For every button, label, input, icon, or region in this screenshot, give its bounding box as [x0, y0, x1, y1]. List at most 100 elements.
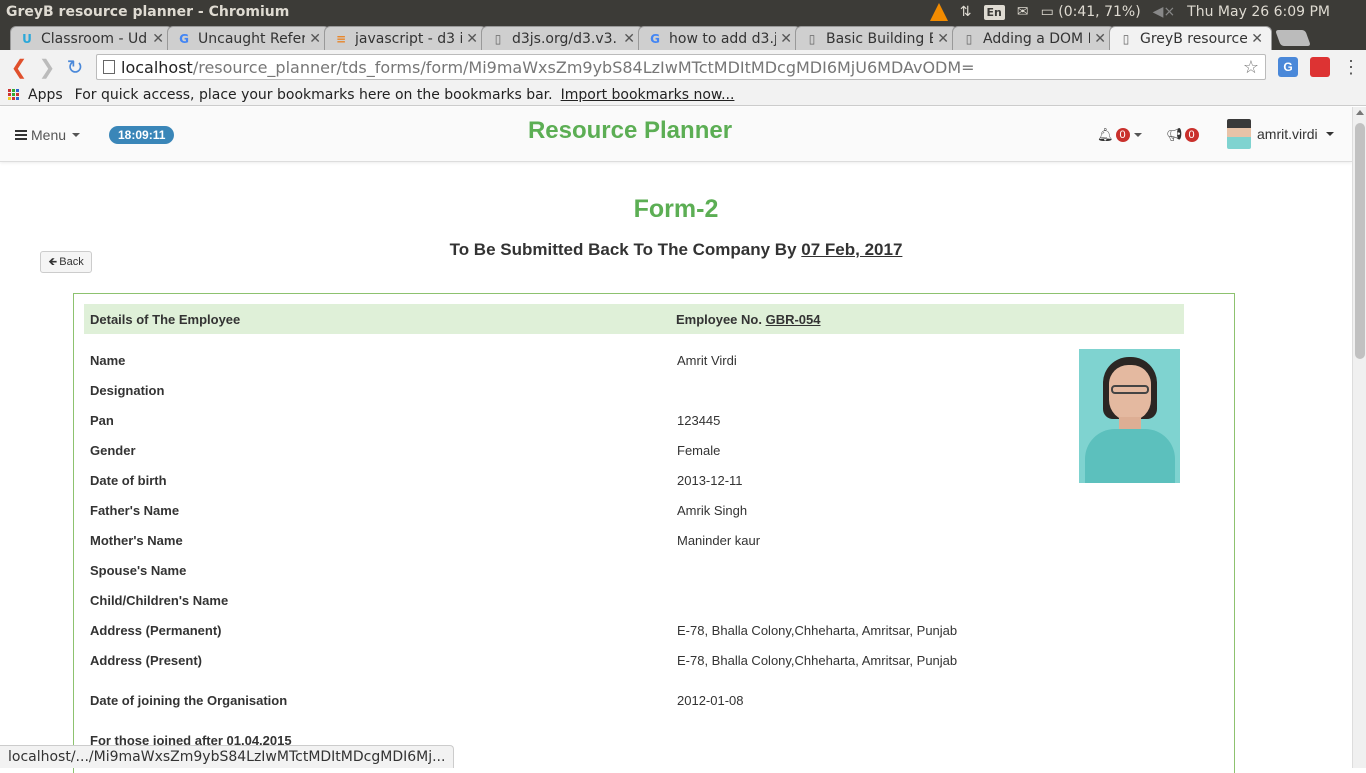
- scroll-up-icon[interactable]: [1356, 110, 1364, 115]
- browser-menu-icon[interactable]: ⋮: [1342, 57, 1360, 78]
- volume-icon[interactable]: ◀×: [1153, 4, 1176, 20]
- network-icon[interactable]: ⇅: [960, 4, 972, 20]
- detail-label: Name: [90, 353, 126, 368]
- detail-label: Pan: [90, 413, 114, 428]
- tab[interactable]: ▯ d3js.org/d3.v3. ✕: [481, 26, 644, 50]
- employee-details-panel: Details of The Employee Employee No. GBR…: [73, 293, 1235, 773]
- tab[interactable]: ▯ GreyB resource ✕: [1109, 26, 1272, 50]
- status-bubble: localhost/.../Mi9maWxsZm9ybS84LzIwMTctMD…: [0, 745, 455, 768]
- tab[interactable]: U Classroom - Uda ✕: [10, 26, 173, 50]
- tab[interactable]: G Uncaught Refer ✕: [167, 26, 330, 50]
- import-bookmarks-link[interactable]: Import bookmarks now...: [561, 87, 735, 103]
- page-scrollbar[interactable]: [1352, 107, 1366, 768]
- tab-label: GreyB resource: [1140, 30, 1248, 47]
- battery-icon: ▭: [1040, 4, 1054, 20]
- keyboard-layout-indicator[interactable]: En: [983, 4, 1005, 20]
- close-icon[interactable]: ✕: [780, 31, 792, 47]
- detail-value: 123445: [677, 413, 721, 428]
- vlc-icon[interactable]: [929, 3, 948, 21]
- clock-text[interactable]: Thu May 26 6:09 PM: [1187, 4, 1330, 20]
- detail-value: E-78, Bhalla Colony,Chheharta, Amritsar,…: [677, 653, 958, 668]
- detail-value: Amrik Singh: [677, 503, 748, 518]
- forward-icon[interactable]: ❯: [34, 54, 60, 80]
- new-tab-button[interactable]: [1275, 30, 1311, 46]
- announcements-count: 0: [1184, 128, 1199, 142]
- detail-value: 2013-12-11: [677, 473, 743, 488]
- notifications-button[interactable]: 🔔︎ 0: [1097, 127, 1142, 143]
- mail-icon[interactable]: ✉: [1017, 4, 1029, 20]
- detail-value: Maninder kaur: [677, 533, 761, 548]
- page-title: Form-2: [633, 195, 719, 223]
- bookmarks-hint: For quick access, place your bookmarks h…: [74, 86, 553, 103]
- tab-label: Uncaught Refer: [198, 30, 306, 47]
- tab[interactable]: ▯ Adding a DOM E ✕: [952, 26, 1115, 50]
- announcements-button[interactable]: 📢︎ 0: [1166, 127, 1199, 143]
- page-icon: [103, 60, 115, 74]
- back-button[interactable]: 🡸 Back: [40, 251, 92, 273]
- detail-label: Father's Name: [90, 503, 180, 518]
- url-path: /resource_planner/tds_forms/form/Mi9maWx…: [192, 57, 975, 77]
- detail-label: Gender: [90, 443, 136, 458]
- close-icon[interactable]: ✕: [309, 31, 321, 47]
- os-top-bar: GreyB resource planner - Chromium ⇅ En ✉…: [0, 0, 1366, 24]
- tab-label: how to add d3.j: [669, 30, 777, 47]
- favicon-icon: ▯: [808, 31, 816, 46]
- panel-header: Details of The Employee Employee No. GBR…: [84, 304, 1184, 334]
- close-icon[interactable]: ✕: [937, 31, 949, 47]
- megaphone-icon: 📢︎: [1166, 127, 1183, 142]
- battery-indicator[interactable]: ▭ (0:41, 71%): [1041, 4, 1141, 20]
- translate-extension-icon[interactable]: G: [1278, 57, 1298, 77]
- avatar: [1227, 119, 1251, 149]
- tab-label: Basic Building E: [826, 30, 934, 47]
- brand-title[interactable]: Resource Planner: [0, 117, 1260, 145]
- favicon-icon: ▯: [1122, 31, 1130, 46]
- employee-photo: [1079, 349, 1180, 483]
- tab-label: Adding a DOM E: [983, 30, 1091, 47]
- tab[interactable]: Ghow to add d3.j ✕: [638, 26, 801, 50]
- back-icon[interactable]: ❮: [6, 54, 32, 80]
- detail-label: Spouse's Name: [90, 563, 187, 578]
- bookmark-star-icon[interactable]: ☆: [1243, 57, 1259, 78]
- tab[interactable]: ≡ javascript - d3 is ✕: [324, 26, 487, 50]
- apps-link[interactable]: Apps: [28, 87, 63, 103]
- favicon-icon: ▯: [965, 31, 973, 46]
- scroll-thumb[interactable]: [1355, 123, 1365, 359]
- due-date: 07 Feb, 2017: [801, 240, 903, 259]
- bell-icon: 🔔︎: [1097, 127, 1114, 142]
- detail-label: Child/Children's Name: [90, 593, 229, 608]
- apps-grid-icon[interactable]: [8, 88, 20, 101]
- caret-down-icon: [1133, 133, 1142, 137]
- section-label: Details of The Employee: [90, 312, 241, 327]
- detail-label: Mother's Name: [90, 533, 183, 548]
- close-icon[interactable]: ✕: [623, 31, 635, 47]
- favicon-icon: ▯: [494, 31, 502, 46]
- battery-text: (0:41, 71%): [1058, 4, 1141, 20]
- close-icon[interactable]: ✕: [466, 31, 478, 47]
- caret-down-icon: [1325, 132, 1334, 136]
- extension-icon[interactable]: [1310, 57, 1330, 77]
- subtitle-text: To Be Submitted Back To The Company By: [449, 240, 797, 259]
- close-icon[interactable]: ✕: [152, 31, 164, 47]
- user-menu[interactable]: amrit.virdi: [1227, 119, 1334, 149]
- detail-label: Designation: [90, 383, 165, 398]
- close-icon[interactable]: ✕: [1251, 31, 1263, 47]
- close-icon[interactable]: ✕: [1094, 31, 1106, 47]
- detail-label: Date of joining the Organisation: [90, 693, 288, 708]
- detail-value: Amrit Virdi: [677, 353, 737, 368]
- tab[interactable]: ▯ Basic Building E ✕: [795, 26, 958, 50]
- employee-no-value: GBR-054: [765, 312, 821, 327]
- tab-strip: U Classroom - Uda ✕ G Uncaught Refer ✕ ≡ javasc…: [0, 24, 1366, 50]
- username: amrit.virdi: [1257, 126, 1318, 142]
- detail-value: Female: [677, 443, 721, 458]
- detail-value: 2012-01-08: [677, 693, 744, 708]
- tab-label: Classroom - Uda: [41, 30, 149, 47]
- detail-label: Date of birth: [90, 473, 167, 488]
- favicon-icon: U: [22, 31, 32, 46]
- address-bar[interactable]: localhost/resource_planner/tds_forms/for…: [96, 54, 1266, 80]
- window-title: GreyB resource planner - Chromium: [6, 4, 290, 20]
- employee-no-label: Employee No.: [676, 312, 762, 327]
- detail-value: E-78, Bhalla Colony,Chheharta, Amritsar,…: [677, 623, 958, 638]
- reload-icon[interactable]: ↻: [62, 54, 88, 80]
- favicon-icon: G: [179, 31, 189, 46]
- url-host: localhost: [121, 57, 193, 77]
